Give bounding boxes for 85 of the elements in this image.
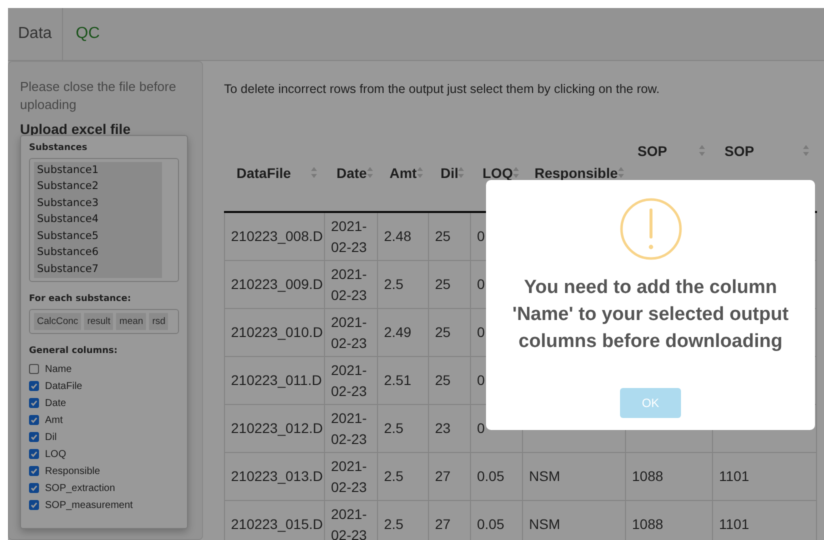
table-cell: 25: [435, 372, 451, 388]
substance-item[interactable]: Substance2: [34, 178, 162, 195]
table-cell: 2.5: [384, 468, 404, 484]
table-cell: NSM: [529, 516, 560, 532]
table-cell: 0: [477, 324, 485, 340]
substances-list[interactable]: Substance1 Substance2 Substance3 Substance4 Substance5 Substance6 Substance7: [29, 158, 179, 282]
column-header[interactable]: Date: [324, 135, 378, 212]
table-cell: 0: [477, 276, 485, 292]
general-columns-heading: General columns:: [29, 346, 118, 356]
checkbox-label: Dil: [45, 432, 57, 442]
table-cell: 0: [477, 372, 485, 388]
table-cell: 2021-02-23: [331, 506, 367, 540]
checkbox-label: Responsible: [45, 466, 100, 476]
substance-item[interactable]: Substance4: [34, 212, 162, 228]
substance-item[interactable]: Substance1: [34, 162, 162, 178]
table-cell: 210223_010.D: [231, 324, 323, 340]
column-tag[interactable]: rsd: [149, 312, 168, 330]
table-cell: 1101: [719, 516, 750, 532]
substance-item[interactable]: Substance7: [34, 261, 162, 278]
table-cell: 2021-02-23: [331, 458, 367, 494]
table-cell: 210223_013.D: [231, 468, 323, 484]
table-cell: 210223_008.D: [231, 228, 323, 244]
table-cell: 2.49: [384, 324, 412, 340]
table-cell: 2021-02-23: [331, 266, 367, 302]
table-cell: 25: [435, 228, 451, 244]
table-cell: 2.48: [384, 228, 412, 244]
table-cell: 210223_009.D: [231, 276, 323, 292]
warning-icon: [620, 198, 682, 260]
checkbox[interactable]: [29, 381, 39, 391]
table-cell: 0.05: [477, 516, 504, 532]
table-cell: 210223_015.D: [231, 516, 323, 532]
column-header[interactable]: Amt: [378, 135, 428, 212]
checkbox[interactable]: [29, 398, 39, 408]
table-cell: 25: [435, 276, 451, 292]
tab[interactable]: QC: [66, 8, 110, 60]
table-cell: 0: [477, 228, 485, 244]
column-header[interactable]: DataFile: [224, 135, 324, 212]
substance-item[interactable]: Substance3: [34, 195, 162, 212]
upload-label: Upload excel file: [20, 121, 132, 137]
column-tag[interactable]: mean: [116, 312, 146, 330]
checkbox-label: DataFile: [45, 380, 82, 392]
per-substance-heading: For each substance:: [29, 294, 132, 304]
table-cell: 1088: [632, 516, 664, 532]
checkbox[interactable]: [29, 500, 39, 510]
instructions-text: To delete incorrect rows from the output just select them by clicking on the row.: [224, 82, 661, 98]
checkbox[interactable]: [29, 364, 39, 374]
checkbox-label: SOP_measurement: [45, 500, 133, 510]
column-header[interactable]: Dil: [428, 135, 470, 212]
table-cell: 2.5: [384, 516, 404, 532]
table-cell: 2021-02-23: [331, 314, 367, 350]
alert-message: You need to add the column 'Name' to your selected output columns before downloading: [511, 276, 790, 354]
table-cell: 27: [435, 516, 451, 532]
checkbox[interactable]: [29, 432, 39, 442]
checkbox-label: Date: [45, 398, 66, 408]
table-cell: 0: [477, 420, 485, 436]
table-cell: 2.5: [384, 276, 404, 292]
substance-item[interactable]: Substance6: [34, 244, 162, 261]
upload-notice: Please close the file before uploading: [20, 78, 178, 114]
checkbox-label: Amt: [45, 414, 63, 426]
table-cell: 210223_012.D: [231, 420, 323, 436]
checkbox-label: LOQ: [45, 448, 66, 460]
table-cell: 2021-02-23: [331, 410, 367, 446]
column-tag[interactable]: CalcConc: [34, 312, 82, 330]
table-cell: 1101: [719, 468, 750, 484]
table-cell: 0.05: [477, 468, 504, 484]
table-cell: 2021-02-23: [331, 218, 367, 254]
checkbox[interactable]: [29, 483, 39, 493]
per-substance-field[interactable]: CalcConc result mean rsd: [29, 308, 179, 334]
checkbox[interactable]: [29, 466, 39, 476]
checkbox-label: SOP_extraction: [45, 482, 116, 494]
table-cell: 2.51: [384, 372, 412, 388]
table-cell: 1088: [632, 468, 664, 484]
column-tag[interactable]: result: [84, 312, 114, 330]
substances-heading: Substances: [29, 143, 88, 153]
checkbox[interactable]: [29, 449, 39, 459]
table-cell: 23: [435, 420, 451, 436]
table-cell: 2.5: [384, 420, 404, 436]
table-cell: 2021-02-23: [331, 362, 367, 398]
table-cell: NSM: [529, 468, 560, 484]
checkbox-label: Name: [45, 364, 72, 374]
table-cell: 25: [435, 324, 451, 340]
substance-item[interactable]: Substance5: [34, 228, 162, 244]
table-cell: 27: [435, 468, 451, 484]
checkbox[interactable]: [29, 415, 39, 425]
table-cell: 210223_011.D: [231, 372, 322, 388]
